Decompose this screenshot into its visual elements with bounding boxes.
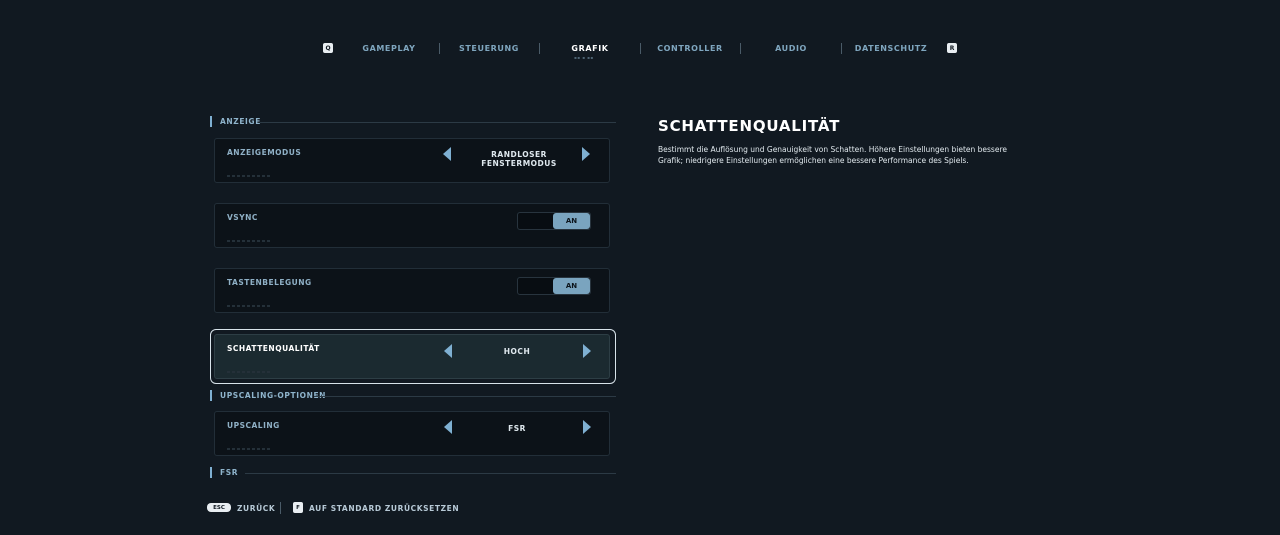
setting-label: UPSCALING: [227, 421, 280, 430]
section-title-fsr: FSR: [220, 468, 239, 477]
tab-steuerung[interactable]: STEUERUNG: [452, 44, 526, 53]
arrow-left-icon[interactable]: [443, 147, 451, 161]
tab-grafik-indicator: ▪▪ ▪ ▪▪: [574, 55, 594, 60]
setting-label: ANZEIGEMODUS: [227, 148, 302, 157]
tab-divider: [439, 43, 440, 54]
arrow-right-icon[interactable]: [582, 147, 590, 161]
arrow-right-icon[interactable]: [583, 420, 591, 434]
toggle-on-state: AN: [553, 213, 590, 229]
setting-value: HOCH: [503, 347, 531, 356]
section-divider: [260, 122, 616, 123]
setting-hint: [227, 448, 271, 450]
detail-description: Bestimmt die Auflösung und Genauigkeit v…: [658, 145, 1007, 165]
setting-label: VSYNC: [227, 213, 258, 222]
section-marker: [210, 116, 212, 127]
setting-hint: [227, 371, 271, 373]
setting-hint: [227, 175, 271, 177]
tab-divider: [640, 43, 641, 54]
prev-tab-key-icon[interactable]: Q: [323, 43, 333, 53]
section-marker: [210, 390, 212, 401]
section-title-anzeige: ANZEIGE: [220, 117, 261, 126]
setting-hint: [227, 305, 271, 307]
toggle-on-state: AN: [553, 278, 590, 294]
reset-defaults-button[interactable]: AUF STANDARD ZURÜCKSETZEN: [309, 504, 459, 513]
arrow-right-icon[interactable]: [583, 344, 591, 358]
vsync-toggle[interactable]: AN: [517, 212, 591, 230]
setting-value: RANDLOSER FENSTERMODUS: [481, 150, 557, 168]
tab-divider: [539, 43, 540, 54]
setting-value: FSR: [508, 424, 526, 433]
setting-row-upscaling[interactable]: UPSCALING FSR: [214, 411, 610, 456]
section-title-upscaling: UPSCALING-OPTIONEN: [220, 391, 327, 400]
back-button[interactable]: ZURÜCK: [237, 504, 275, 513]
tab-audio[interactable]: AUDIO: [754, 44, 828, 53]
setting-hint: [227, 240, 271, 242]
footer-divider: [280, 502, 281, 514]
esc-key-icon[interactable]: ESC: [207, 503, 231, 512]
section-marker: [210, 467, 212, 478]
tab-controller[interactable]: CONTROLLER: [653, 44, 727, 53]
tab-datenschutz[interactable]: DATENSCHUTZ: [852, 44, 930, 53]
setting-row-tastenbelegung[interactable]: TASTENBELEGUNG AN: [214, 268, 610, 313]
tab-gameplay[interactable]: GAMEPLAY: [352, 44, 426, 53]
setting-row-anzeigemodus[interactable]: ANZEIGEMODUS RANDLOSER FENSTERMODUS: [214, 138, 610, 183]
f-key-icon[interactable]: F: [293, 502, 303, 513]
arrow-left-icon[interactable]: [444, 344, 452, 358]
tastenbelegung-toggle[interactable]: AN: [517, 277, 591, 295]
arrow-left-icon[interactable]: [444, 420, 452, 434]
setting-label: SCHATTENQUALITÄT: [227, 344, 320, 353]
setting-label: TASTENBELEGUNG: [227, 278, 312, 287]
setting-row-vsync[interactable]: VSYNC AN: [214, 203, 610, 248]
setting-row-schattenqualitaet[interactable]: SCHATTENQUALITÄT HOCH: [214, 334, 610, 379]
next-tab-key-icon[interactable]: R: [947, 43, 957, 53]
tab-divider: [740, 43, 741, 54]
detail-title: SCHATTENQUALITÄT: [658, 117, 841, 135]
section-divider: [245, 473, 616, 474]
tab-divider: [841, 43, 842, 54]
section-divider: [314, 396, 616, 397]
tab-grafik[interactable]: GRAFIK: [553, 44, 627, 53]
